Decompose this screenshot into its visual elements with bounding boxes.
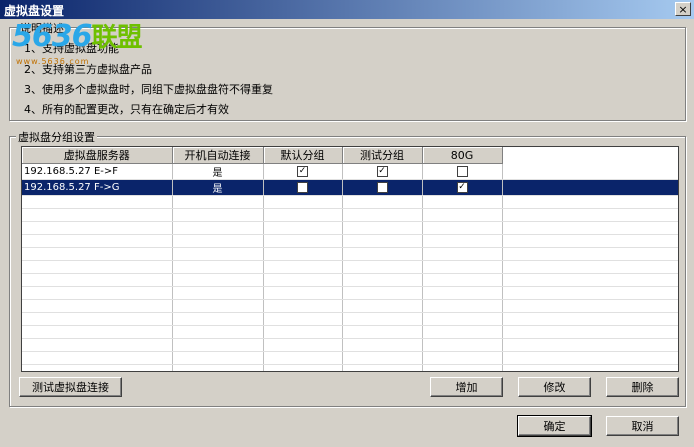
auto-connect-cell: 是 — [172, 179, 264, 196]
watermark-url: www.5636.com — [16, 57, 90, 66]
test-group-checkbox[interactable] — [376, 181, 388, 193]
add-button[interactable]: 增加 — [430, 377, 503, 397]
window-title: 虚拟盘设置 — [4, 4, 65, 18]
col-header-auto-connect[interactable]: 开机自动连接 — [172, 147, 264, 164]
default-group-checkbox[interactable]: ✓ — [297, 165, 308, 177]
table-row[interactable] — [22, 208, 678, 222]
test-group-checkbox[interactable]: ✓ — [376, 165, 388, 177]
80g-checkbox[interactable]: ✓ — [456, 181, 468, 193]
table-row[interactable] — [22, 325, 678, 339]
title-bar[interactable]: 虚拟盘设置 × — [0, 0, 694, 19]
default-group-checkbox[interactable] — [297, 181, 308, 193]
table-row[interactable] — [22, 234, 678, 248]
auto-connect-cell: 是 — [172, 163, 264, 180]
grid-header: 虚拟盘服务器 开机自动连接 默认分组 测试分组 80G — [22, 147, 678, 164]
cancel-button[interactable]: 取消 — [606, 416, 679, 436]
col-header-test-group[interactable]: 测试分组 — [342, 147, 423, 164]
server-cell: 192.168.5.27 E->F — [22, 163, 173, 180]
col-header-blank — [502, 147, 678, 164]
table-row[interactable] — [22, 338, 678, 352]
delete-button[interactable]: 删除 — [606, 377, 679, 397]
watermark-suffix: 联盟 — [91, 23, 143, 53]
description-line-3: 3、使用多个虚拟盘时，同组下虚拟盘盘符不得重复 — [24, 83, 273, 96]
edit-button[interactable]: 修改 — [518, 377, 591, 397]
table-row[interactable] — [22, 364, 678, 371]
table-row[interactable] — [22, 286, 678, 300]
col-header-80g[interactable]: 80G — [422, 147, 503, 164]
group-settings-label: 虚拟盘分组设置 — [16, 129, 97, 145]
ok-button[interactable]: 确定 — [517, 415, 592, 437]
80g-checkbox[interactable] — [456, 165, 468, 177]
table-row[interactable] — [22, 260, 678, 274]
table-row[interactable] — [22, 299, 678, 313]
table-row[interactable]: 192.168.5.27 E->F 是 ✓ ✓ — [22, 163, 678, 180]
table-row[interactable] — [22, 221, 678, 235]
watermark-digits: 5636 — [12, 19, 92, 54]
watermark-logo: 5636联盟 — [12, 19, 143, 55]
col-header-default-group[interactable]: 默认分组 — [263, 147, 343, 164]
table-row[interactable] — [22, 273, 678, 287]
table-row[interactable] — [22, 351, 678, 365]
col-header-server[interactable]: 虚拟盘服务器 — [22, 147, 173, 164]
table-row[interactable] — [22, 247, 678, 261]
table-row[interactable]: 192.168.5.27 F->G 是 ✓ — [22, 179, 678, 196]
test-connection-button[interactable]: 测试虚拟盘连接 — [19, 377, 122, 397]
group-grid[interactable]: 虚拟盘服务器 开机自动连接 默认分组 测试分组 80G 192.168.5.27… — [21, 146, 679, 372]
server-cell: 192.168.5.27 F->G — [22, 179, 173, 196]
table-row[interactable] — [22, 312, 678, 326]
description-line-4: 4、所有的配置更改，只有在确定后才有效 — [24, 103, 229, 116]
close-icon: × — [678, 3, 688, 16]
close-button[interactable]: × — [675, 2, 691, 16]
table-row[interactable] — [22, 195, 678, 209]
